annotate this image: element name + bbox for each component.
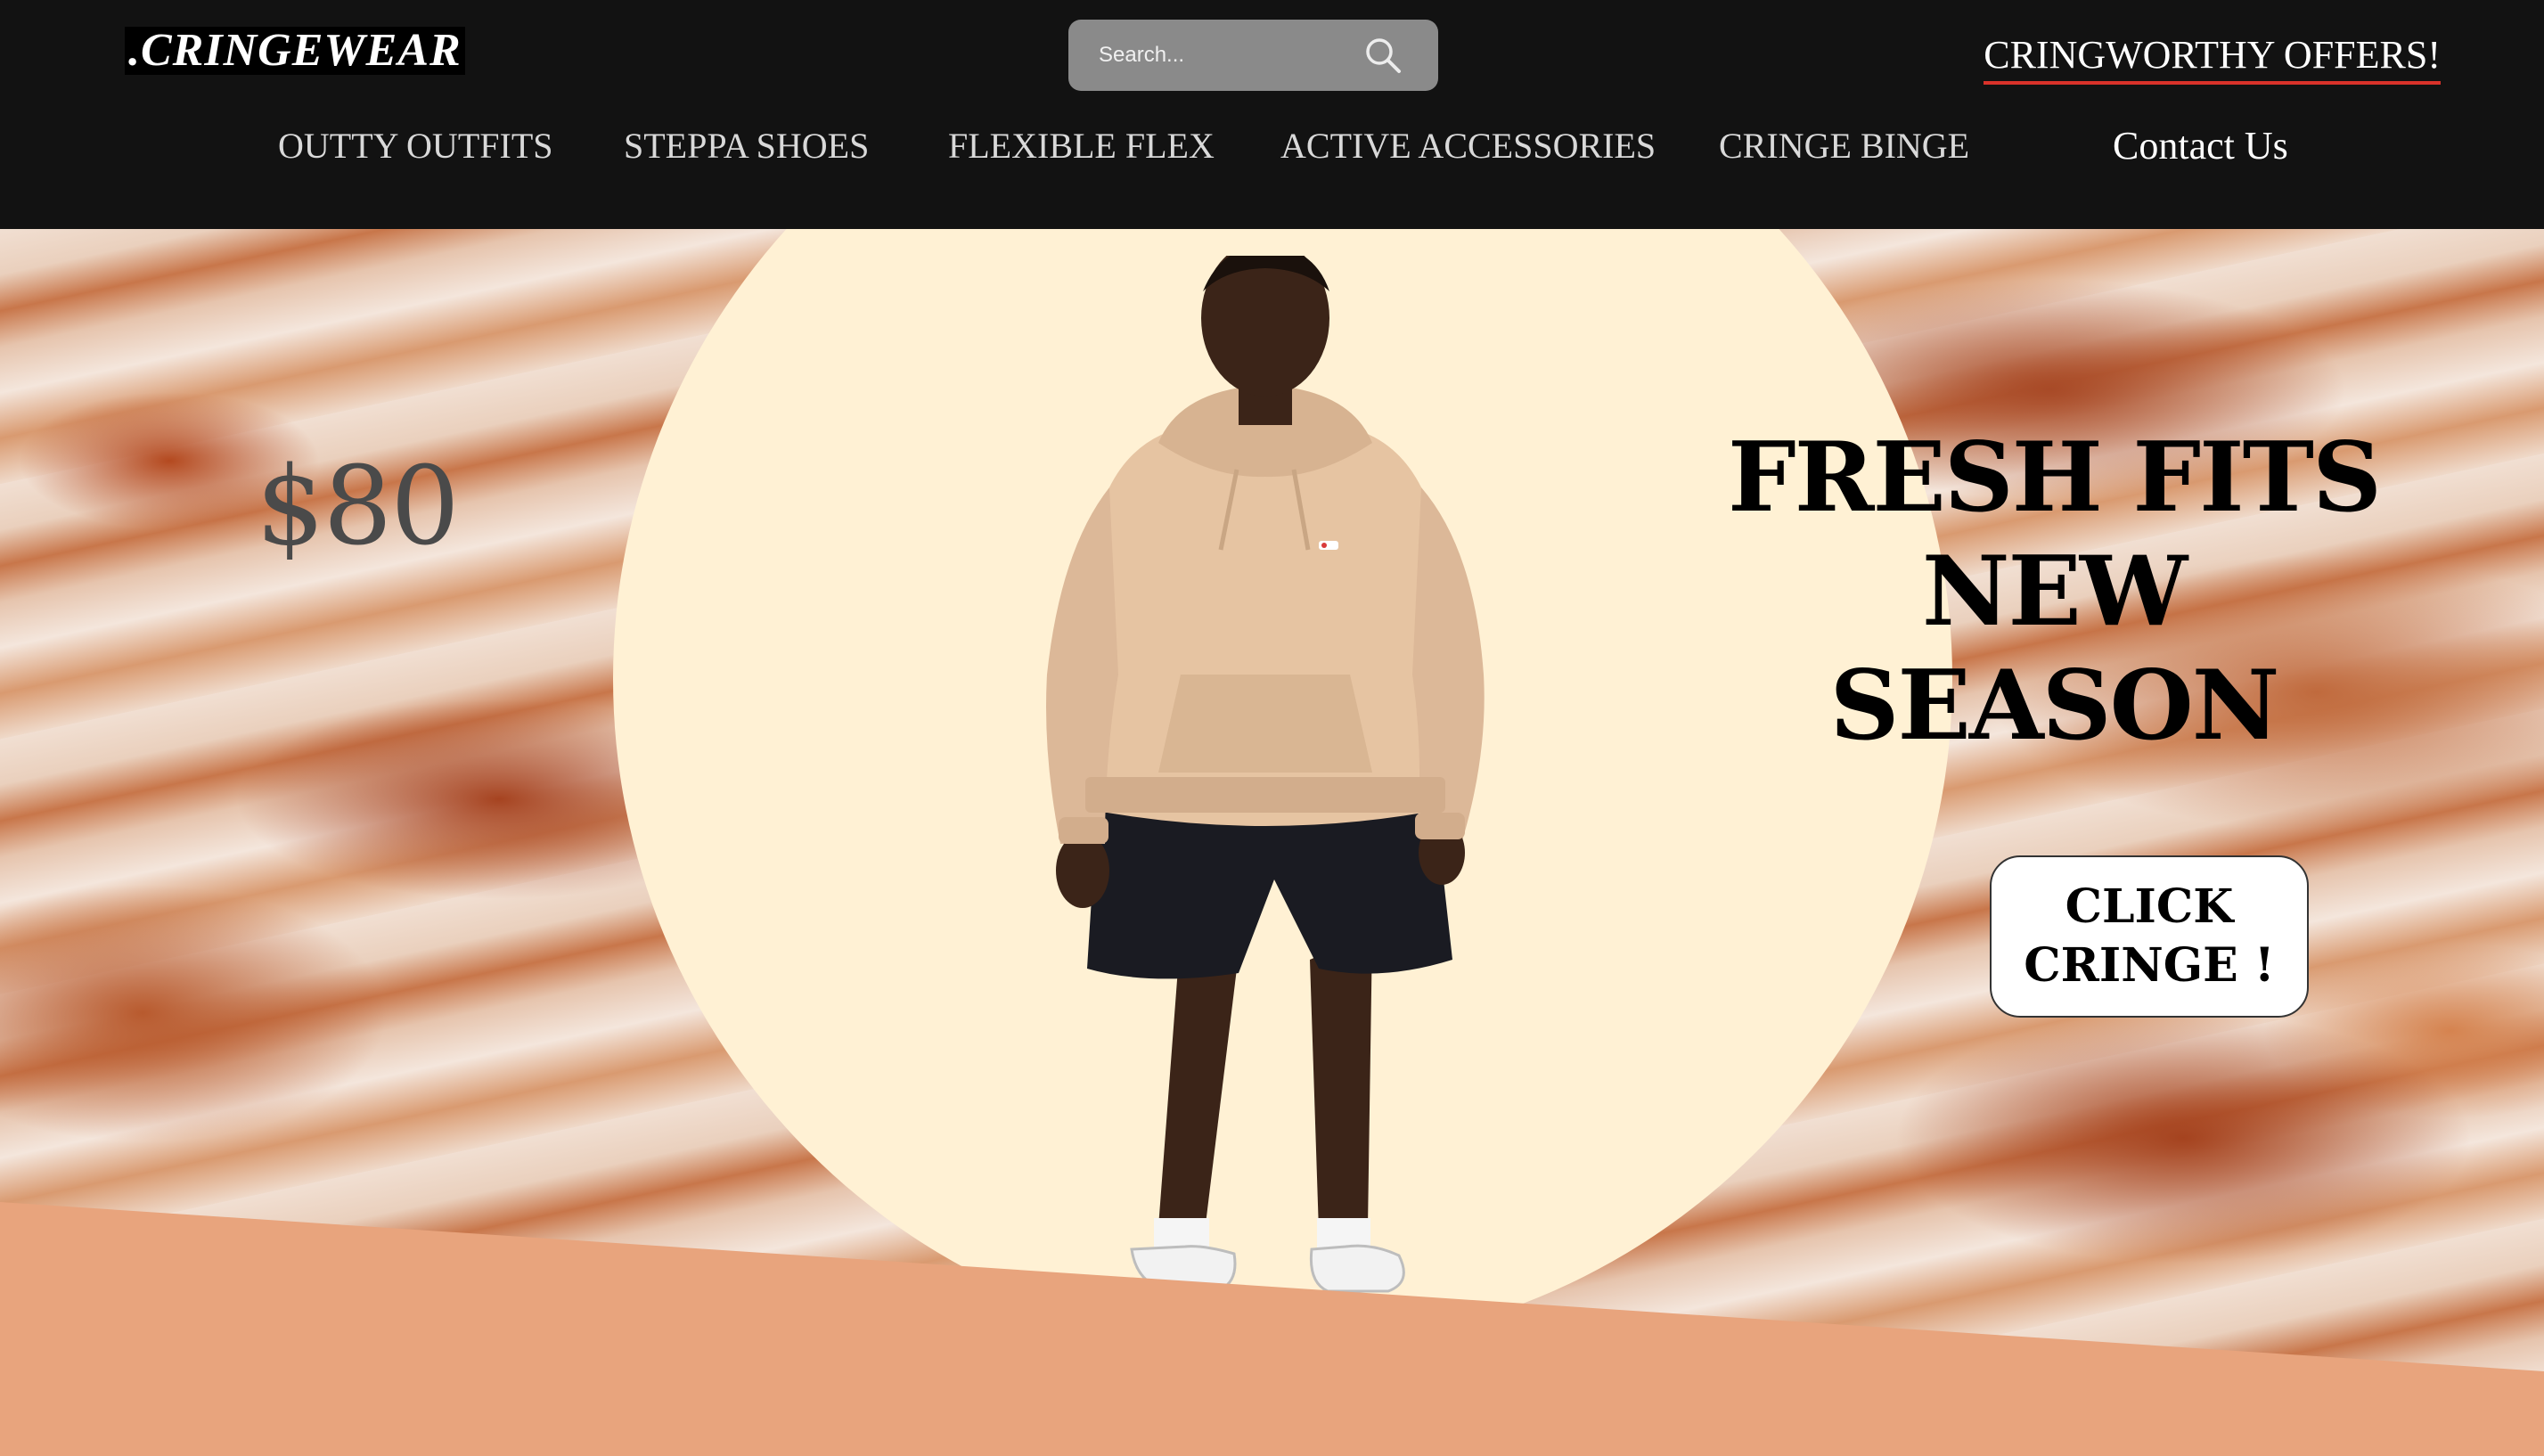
headline-line-3: SEASON xyxy=(1829,650,2280,762)
site-header: .CRINGEWEAR CRINGWORTHY OFFERS! OUTTY OU… xyxy=(0,0,2544,229)
nav-item-cringe-binge[interactable]: CRINGE BINGE xyxy=(1719,125,1969,167)
search-icon[interactable] xyxy=(1362,35,1403,76)
search-input[interactable] xyxy=(1097,20,1355,91)
nav-item-flexible-flex[interactable]: FLEXIBLE FLEX xyxy=(948,125,1215,167)
headline-line-2: NEW xyxy=(1921,536,2188,648)
nav-item-contact-us[interactable]: Contact Us xyxy=(2113,123,2288,168)
headline-line-1: FRESH FITS xyxy=(1728,421,2382,534)
hero-banner: $80 FRESH FITS NEW SEASON CLICK CRINGE ! xyxy=(0,229,2544,1456)
nav-item-active-accessories[interactable]: ACTIVE ACCESSORIES xyxy=(1280,125,1656,167)
page: .CRINGEWEAR CRINGWORTHY OFFERS! OUTTY OU… xyxy=(0,0,2544,1456)
hero-headline: FRESH FITS NEW SEASON xyxy=(1693,421,2415,763)
nav-item-steppa-shoes[interactable]: STEPPA SHOES xyxy=(624,125,869,167)
click-cringe-button[interactable]: CLICK CRINGE ! xyxy=(1990,855,2309,1018)
model-photo xyxy=(1046,256,1485,1293)
product-price: $80 xyxy=(256,443,460,569)
offers-link[interactable]: CRINGWORTHY OFFERS! xyxy=(1984,32,2441,85)
site-logo[interactable]: .CRINGEWEAR xyxy=(125,27,465,75)
nav-item-outty-outfits[interactable]: OUTTY OUTFITS xyxy=(278,125,553,167)
search-bar[interactable] xyxy=(1068,20,1438,91)
